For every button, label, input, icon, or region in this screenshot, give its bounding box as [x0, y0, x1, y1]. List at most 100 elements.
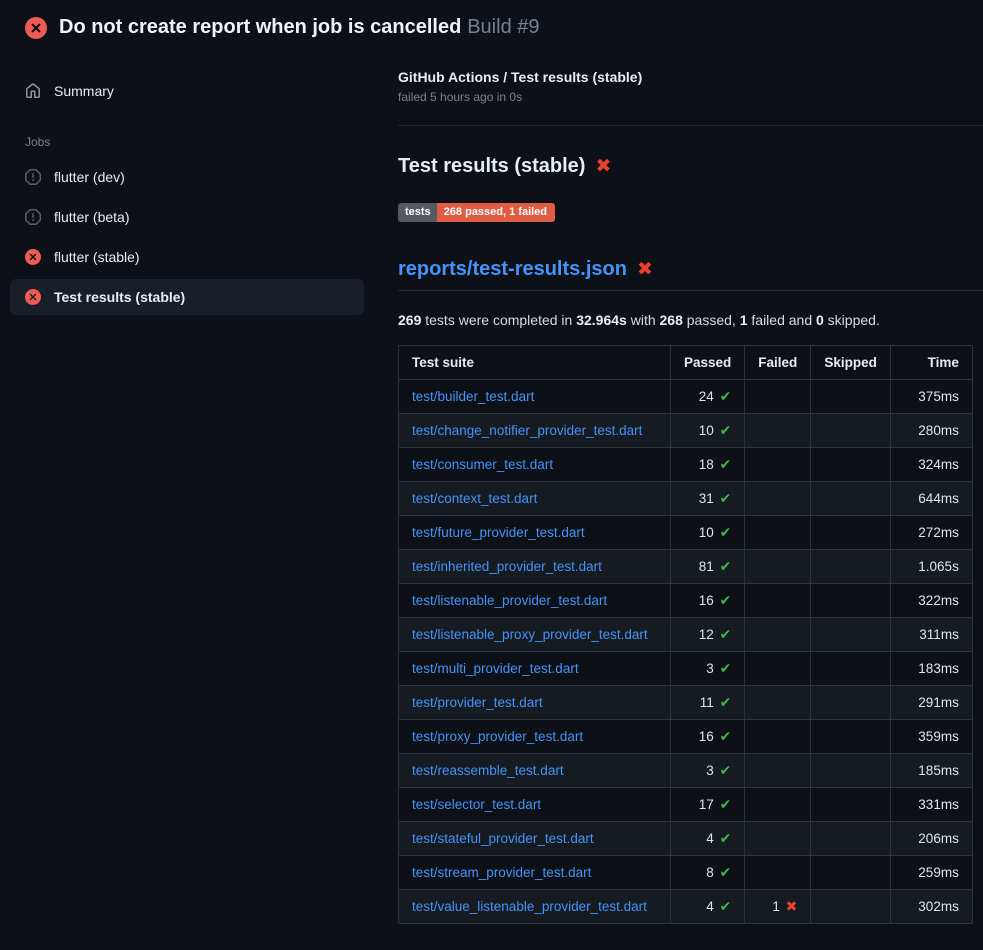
sidebar-summary-label: Summary [54, 83, 114, 99]
check-icon: ✔ [718, 762, 732, 778]
skipped-cell [811, 856, 891, 890]
suite-cell: test/selector_test.dart [399, 788, 671, 822]
skipped-cell [811, 822, 891, 856]
job-label: flutter (stable) [54, 249, 140, 265]
passed-cell: 31 ✔ [671, 482, 745, 516]
suite-cell: test/listenable_proxy_provider_test.dart [399, 618, 671, 652]
suite-link[interactable]: test/provider_test.dart [412, 695, 543, 710]
table-row: test/inherited_provider_test.dart81 ✔1.0… [399, 550, 973, 584]
jobs-list: flutter (dev) flutter (beta) flutter (st… [0, 159, 374, 315]
failed-cell [745, 618, 811, 652]
sidebar-item-test-results-stable[interactable]: Test results (stable) [10, 279, 364, 315]
passed-cell: 10 ✔ [671, 516, 745, 550]
time-cell: 322ms [890, 584, 972, 618]
suite-link[interactable]: test/reassemble_test.dart [412, 763, 564, 778]
time-cell: 1.065s [890, 550, 972, 584]
report-title: reports/test-results.json ✖ [398, 258, 983, 291]
sidebar-item-flutter-beta[interactable]: flutter (beta) [10, 199, 364, 235]
failed-cell [745, 584, 811, 618]
suite-link[interactable]: test/listenable_proxy_provider_test.dart [412, 627, 648, 642]
passed-cell: 11 ✔ [671, 686, 745, 720]
suite-link[interactable]: test/stream_provider_test.dart [412, 865, 591, 880]
check-icon: ✔ [718, 558, 732, 574]
suite-link[interactable]: test/inherited_provider_test.dart [412, 559, 602, 574]
suite-cell: test/value_listenable_provider_test.dart [399, 890, 671, 924]
job-label: flutter (dev) [54, 169, 125, 185]
failed-cell [745, 686, 811, 720]
skipped-cell [811, 482, 891, 516]
suite-link[interactable]: test/multi_provider_test.dart [412, 661, 579, 676]
suite-cell: test/future_provider_test.dart [399, 516, 671, 550]
sidebar-item-flutter-dev[interactable]: flutter (dev) [10, 159, 364, 195]
time-cell: 375ms [890, 380, 972, 414]
passed-cell: 4 ✔ [671, 890, 745, 924]
check-icon: ✔ [718, 524, 732, 540]
check-icon: ✔ [718, 898, 732, 914]
time-cell: 280ms [890, 414, 972, 448]
time-cell: 272ms [890, 516, 972, 550]
table-row: test/context_test.dart31 ✔644ms [399, 482, 973, 516]
suite-link[interactable]: test/value_listenable_provider_test.dart [412, 899, 647, 914]
failed-cell [745, 754, 811, 788]
time-cell: 331ms [890, 788, 972, 822]
suite-link[interactable]: test/change_notifier_provider_test.dart [412, 423, 642, 438]
suite-cell: test/inherited_provider_test.dart [399, 550, 671, 584]
table-row: test/proxy_provider_test.dart16 ✔359ms [399, 720, 973, 754]
failed-cell [745, 516, 811, 550]
passed-cell: 4 ✔ [671, 822, 745, 856]
passed-cell: 17 ✔ [671, 788, 745, 822]
table-row: test/reassemble_test.dart 3 ✔ 185ms [399, 754, 973, 788]
skipped-cell [811, 788, 891, 822]
stop-icon [25, 169, 41, 185]
suite-cell: test/change_notifier_provider_test.dart [399, 414, 671, 448]
failed-cell [745, 720, 811, 754]
table-row: test/stateful_provider_test.dart4 ✔206ms [399, 822, 973, 856]
suite-link[interactable]: test/selector_test.dart [412, 797, 541, 812]
suite-link[interactable]: test/future_provider_test.dart [412, 525, 585, 540]
run-build-number: Build #9 [467, 16, 539, 38]
sidebar: Summary Jobs flutter (dev) flutter (beta… [0, 51, 374, 319]
suite-cell: test/reassemble_test.dart [399, 754, 671, 788]
main-content: GitHub Actions / Test results (stable) f… [374, 51, 983, 924]
table-row: test/consumer_test.dart18 ✔324ms [399, 448, 973, 482]
check-icon: ✔ [718, 694, 732, 710]
run-title: Do not create report when job is cancell… [59, 16, 461, 38]
suite-link[interactable]: test/consumer_test.dart [412, 457, 553, 472]
skipped-cell [811, 414, 891, 448]
x-circle-fill-icon [25, 249, 41, 265]
check-icon: ✔ [718, 864, 732, 880]
suite-link[interactable]: test/stateful_provider_test.dart [412, 831, 594, 846]
passed-cell: 3 ✔ [671, 754, 745, 788]
time-cell: 291ms [890, 686, 972, 720]
divider [398, 125, 983, 126]
sidebar-item-flutter-stable[interactable]: flutter (stable) [10, 239, 364, 275]
sidebar-item-summary[interactable]: Summary [10, 73, 364, 109]
tests-status-badge: tests 268 passed, 1 failed [398, 203, 555, 222]
suite-link[interactable]: test/proxy_provider_test.dart [412, 729, 583, 744]
breadcrumb: GitHub Actions / Test results (stable) [398, 51, 983, 85]
time-cell: 302ms [890, 890, 972, 924]
passed-cell: 18 ✔ [671, 448, 745, 482]
skipped-cell [811, 890, 891, 924]
passed-cell: 12 ✔ [671, 618, 745, 652]
check-icon: ✔ [718, 422, 732, 438]
col-header-failed: Failed [745, 346, 811, 380]
section-title: Test results (stable) ✖ [398, 155, 983, 178]
col-header-test-suite: Test suite [399, 346, 671, 380]
report-title-link[interactable]: reports/test-results.json [398, 258, 627, 281]
table-row: test/value_listenable_provider_test.dart… [399, 890, 973, 924]
time-cell: 185ms [890, 754, 972, 788]
cross-mark-icon: ✖ [595, 157, 611, 176]
results-table-body: test/builder_test.dart24 ✔375mstest/chan… [399, 380, 973, 924]
failed-cell [745, 822, 811, 856]
table-row: test/selector_test.dart 17 ✔ 331ms [399, 788, 973, 822]
time-cell: 311ms [890, 618, 972, 652]
table-row: test/provider_test.dart 11 ✔ 291ms [399, 686, 973, 720]
suite-link[interactable]: test/builder_test.dart [412, 389, 534, 404]
suite-link[interactable]: test/listenable_provider_test.dart [412, 593, 607, 608]
failed-cell [745, 856, 811, 890]
failed-cell [745, 448, 811, 482]
suite-link[interactable]: test/context_test.dart [412, 491, 537, 506]
skipped-cell [811, 720, 891, 754]
passed-cell: 10 ✔ [671, 414, 745, 448]
